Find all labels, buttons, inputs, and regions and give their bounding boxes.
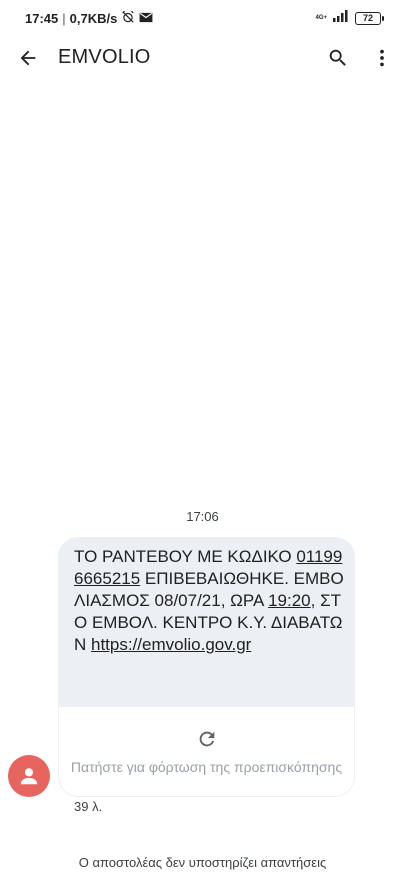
status-bar: 17:45 | 0,7KB/s 4G+ 72 (0, 0, 405, 34)
battery-icon: 72 (355, 11, 384, 25)
link-preview[interactable]: Πατήστε για φόρτωση της προεπισκόπησης (59, 707, 354, 796)
status-separator: | (62, 11, 66, 26)
status-left: 17:45 | 0,7KB/s (25, 10, 153, 27)
network-speed: 0,7KB/s (69, 11, 118, 26)
person-icon (20, 768, 38, 785)
sender-avatar[interactable] (8, 755, 50, 797)
message-text: ΤΟ ΡΑΝΤΕΒΟΥ ΜΕ ΚΩΔΙΚΟ 011996665215 ΕΠΙΒΕ… (74, 546, 346, 656)
search-button[interactable] (324, 44, 352, 72)
preview-load-text: Πατήστε για φόρτωση της προεπισκόπησης (70, 759, 343, 775)
network-type: 4G+ (315, 15, 327, 21)
emvolio-url-link[interactable]: https://emvolio.gov.gr (91, 635, 251, 654)
no-reply-notice: Ο αποστολέας δεν υποστηρίζει απαντήσεις (78, 855, 327, 870)
signal-icon (333, 9, 349, 27)
search-icon (329, 49, 346, 66)
message-timestamp: 17:06 (186, 509, 219, 524)
battery-level: 72 (362, 13, 373, 23)
character-count: 39 λ. (74, 799, 103, 814)
more-options-button[interactable] (368, 44, 396, 72)
status-time: 17:45 (25, 11, 59, 26)
message-line-1: ΤΟ ΡΑΝΤΕΒΟΥ ΜΕ ΚΩΔΙΚΟ (74, 547, 297, 566)
status-right: 4G+ 72 (315, 9, 384, 27)
app-bar: EMVOLIO (0, 34, 405, 82)
back-arrow-icon (20, 50, 36, 66)
message-bubble[interactable]: ΤΟ ΡΑΝΤΕΒΟΥ ΜΕ ΚΩΔΙΚΟ 011996665215 ΕΠΙΒΕ… (58, 537, 355, 797)
mail-icon (139, 11, 153, 26)
appointment-time-link[interactable]: 19:20 (268, 591, 311, 610)
conversation-title: EMVOLIO (58, 46, 151, 68)
alarm-off-icon (121, 10, 135, 27)
back-button[interactable] (14, 44, 42, 72)
reload-icon (199, 731, 215, 747)
more-vert-icon (380, 49, 384, 67)
